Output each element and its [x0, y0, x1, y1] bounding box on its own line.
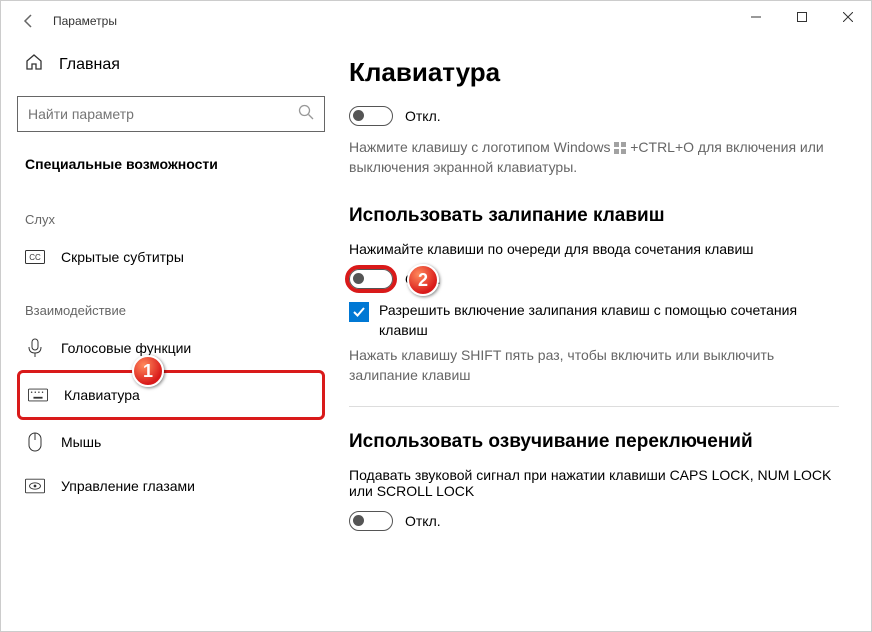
toggle-keys-toggle-row: Откл. [349, 511, 839, 531]
cc-icon: CC [25, 247, 45, 267]
toggle-state-label: Откл. [405, 513, 441, 529]
onscreen-keyboard-toggle-row: Откл. [349, 106, 839, 126]
sidebar-item-label: Клавиатура [64, 387, 140, 403]
toggle-keys-desc: Подавать звуковой сигнал при нажатии кла… [349, 467, 839, 499]
group-label-hearing: Слух [17, 188, 325, 235]
search-input[interactable] [28, 106, 298, 122]
window-controls [733, 1, 871, 33]
mic-icon [25, 338, 45, 358]
group-label-interaction: Взаимодействие [17, 279, 325, 326]
sticky-shortcut-checkbox[interactable] [349, 302, 369, 322]
sidebar-item-mouse[interactable]: Мышь [17, 420, 325, 464]
eye-control-icon [25, 476, 45, 496]
sidebar-item-voice[interactable]: Голосовые функции [17, 326, 325, 370]
divider [349, 406, 839, 407]
sticky-keys-title: Использовать залипание клавиш [349, 205, 839, 227]
svg-text:CC: CC [29, 253, 41, 262]
annotation-badge-2: 2 [407, 264, 439, 296]
windows-key-icon [614, 142, 626, 154]
sticky-keys-desc: Нажимайте клавиши по очереди для ввода с… [349, 241, 839, 257]
sidebar-item-subtitles[interactable]: CC Скрытые субтитры [17, 235, 325, 279]
sticky-shortcut-help: Нажать клавишу SHIFT пять раз, чтобы вкл… [349, 346, 839, 385]
mouse-icon [25, 432, 45, 452]
close-button[interactable] [825, 1, 871, 33]
toggle-keys-toggle[interactable] [349, 511, 393, 531]
onscreen-keyboard-toggle[interactable] [349, 106, 393, 126]
back-button[interactable] [17, 9, 41, 33]
main-content: Клавиатура Откл. Нажмите клавишу с логот… [341, 41, 871, 631]
sidebar-item-label: Голосовые функции [61, 340, 191, 356]
window-title: Параметры [53, 14, 117, 28]
minimize-button[interactable] [733, 1, 779, 33]
toggle-state-label: Откл. [405, 108, 441, 124]
sticky-keys-toggle-row: Откл. 2 [349, 269, 839, 289]
sidebar-item-label: Скрытые субтитры [61, 249, 184, 265]
content-container: Главная Специальные возможности Слух CC … [1, 41, 871, 631]
sticky-keys-toggle[interactable] [349, 269, 393, 289]
home-icon [25, 53, 43, 76]
keyboard-icon [28, 385, 48, 405]
page-title: Клавиатура [349, 57, 839, 88]
sidebar-item-label: Управление глазами [61, 478, 195, 494]
sticky-shortcut-checkbox-row: Разрешить включение залипания клавиш с п… [349, 301, 839, 340]
sidebar-item-eye[interactable]: Управление глазами [17, 464, 325, 508]
search-box[interactable] [17, 96, 325, 132]
sidebar-main-section: Специальные возможности [17, 140, 325, 188]
maximize-button[interactable] [779, 1, 825, 33]
home-nav-item[interactable]: Главная [17, 41, 325, 88]
annotation-badge-1: 1 [132, 355, 164, 387]
sidebar: Главная Специальные возможности Слух CC … [1, 41, 341, 631]
home-label: Главная [59, 56, 120, 74]
onscreen-keyboard-help: Нажмите клавишу с логотипом Windows +CTR… [349, 138, 839, 177]
search-icon [298, 104, 314, 125]
titlebar: Параметры [1, 1, 871, 41]
toggle-keys-title: Использовать озвучивание переключений [349, 431, 839, 453]
checkbox-label: Разрешить включение залипания клавиш с п… [379, 301, 839, 340]
sidebar-item-label: Мышь [61, 434, 101, 450]
sidebar-item-keyboard[interactable]: 1 Клавиатура [17, 370, 325, 420]
